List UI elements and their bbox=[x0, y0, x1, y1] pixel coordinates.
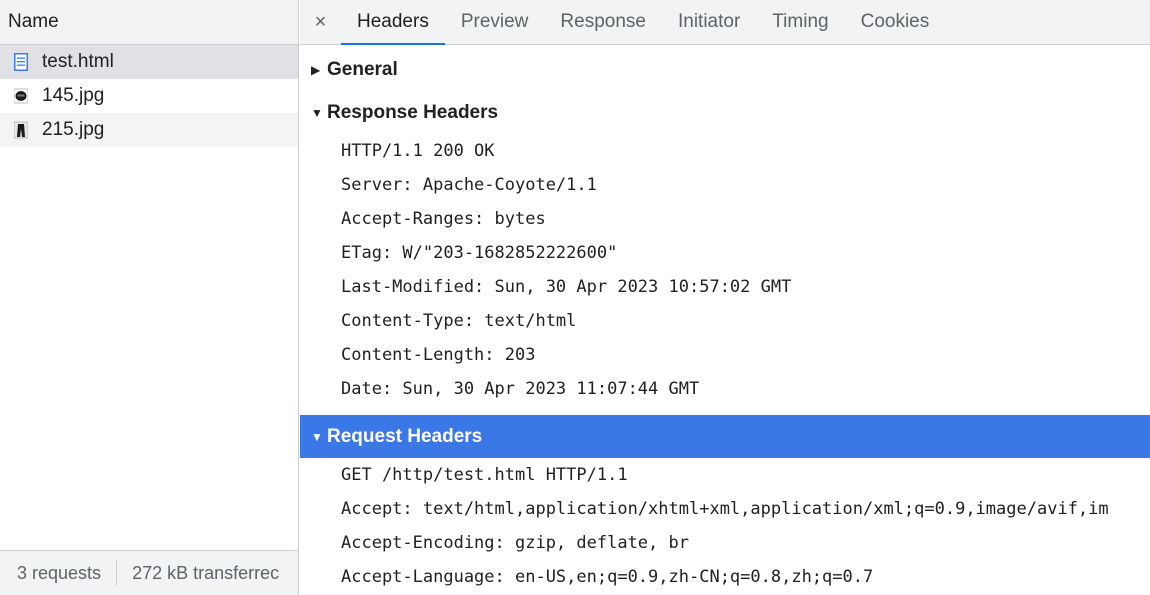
request-row-215-jpg[interactable]: 215.jpg bbox=[0, 113, 298, 147]
header-line: GET /http/test.html HTTP/1.1 bbox=[341, 465, 628, 485]
request-list-panel: Name test.html 145.jpg 215.jpg 3 request… bbox=[0, 0, 299, 595]
image-thumbnail-icon bbox=[13, 121, 29, 139]
header-line: Content-Length: 203 bbox=[341, 345, 536, 365]
request-count: 3 requests bbox=[17, 562, 102, 583]
header-line: Accept-Ranges: bytes bbox=[341, 209, 546, 229]
request-row-test-html[interactable]: test.html bbox=[0, 45, 298, 79]
details-tab-bar: × Headers Preview Response Initiator Tim… bbox=[300, 0, 1150, 45]
image-thumbnail-icon bbox=[13, 87, 29, 105]
response-headers-section-header[interactable]: ▼ Response Headers bbox=[300, 91, 1150, 134]
header-line: HTTP/1.1 200 OK bbox=[341, 141, 495, 161]
tab-headers[interactable]: Headers bbox=[341, 0, 445, 45]
header-line: Server: Apache-Coyote/1.1 bbox=[341, 175, 597, 195]
request-name: test.html bbox=[42, 51, 114, 72]
header-line: Accept-Language: en-US,en;q=0.9,zh-CN;q=… bbox=[341, 567, 874, 587]
devtools-network-panel: Name test.html 145.jpg 215.jpg 3 request… bbox=[0, 0, 1150, 595]
request-headers-list: GET /http/test.html HTTP/1.1 Accept: tex… bbox=[300, 458, 1150, 594]
close-icon[interactable]: × bbox=[300, 0, 341, 44]
request-name: 215.jpg bbox=[42, 119, 105, 140]
document-icon bbox=[14, 53, 28, 71]
expand-triangle-icon: ▶ bbox=[311, 62, 321, 77]
header-line: Date: Sun, 30 Apr 2023 11:07:44 GMT bbox=[341, 379, 700, 399]
name-column-header[interactable]: Name bbox=[0, 0, 298, 45]
name-column-label: Name bbox=[8, 11, 59, 32]
collapse-triangle-icon: ▼ bbox=[311, 105, 323, 120]
header-line: Last-Modified: Sun, 30 Apr 2023 10:57:02… bbox=[341, 277, 792, 297]
section-title: Response Headers bbox=[327, 101, 499, 123]
request-headers-section-header[interactable]: ▼ Request Headers bbox=[300, 415, 1150, 458]
collapse-triangle-icon: ▼ bbox=[311, 429, 323, 444]
status-bar: 3 requests 272 kB transferrec bbox=[0, 550, 298, 595]
general-section-header[interactable]: ▶ General bbox=[300, 48, 1150, 91]
header-line: Content-Type: text/html bbox=[341, 311, 577, 331]
header-line: ETag: W/"203-1682852222600" bbox=[341, 243, 618, 263]
section-title: Request Headers bbox=[327, 425, 483, 447]
header-line: Accept-Encoding: gzip, deflate, br bbox=[341, 533, 689, 553]
transferred-size: 272 kB transferrec bbox=[132, 562, 280, 583]
request-name: 145.jpg bbox=[42, 85, 105, 106]
tab-cookies[interactable]: Cookies bbox=[845, 0, 946, 44]
response-headers-list: HTTP/1.1 200 OK Server: Apache-Coyote/1.… bbox=[300, 134, 1150, 406]
header-line: Accept: text/html,application/xhtml+xml,… bbox=[341, 499, 1109, 519]
tab-response[interactable]: Response bbox=[544, 0, 662, 44]
request-details-panel: × Headers Preview Response Initiator Tim… bbox=[300, 0, 1150, 595]
tab-timing[interactable]: Timing bbox=[756, 0, 844, 44]
section-title: General bbox=[327, 58, 398, 80]
tab-preview[interactable]: Preview bbox=[445, 0, 545, 44]
tab-initiator[interactable]: Initiator bbox=[662, 0, 756, 44]
status-divider bbox=[116, 560, 118, 586]
request-row-145-jpg[interactable]: 145.jpg bbox=[0, 79, 298, 113]
